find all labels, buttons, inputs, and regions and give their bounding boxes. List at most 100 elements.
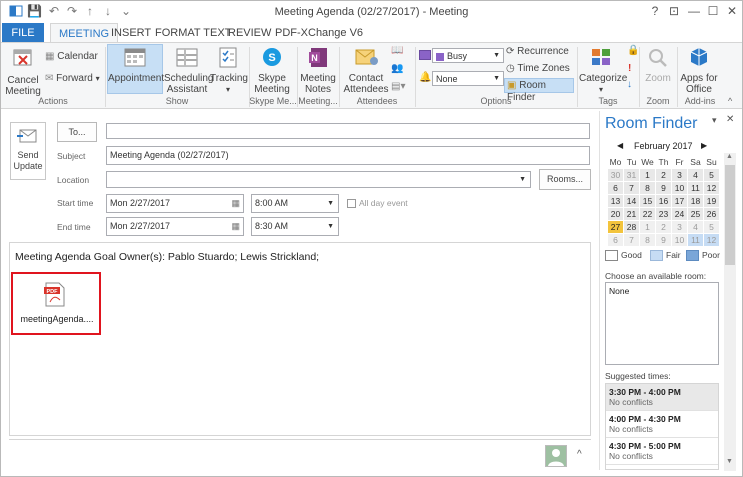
high-importance-icon[interactable]: ! (628, 63, 631, 75)
show-as-select[interactable]: Busy ▼ (432, 48, 504, 63)
send-update-button[interactable]: Send Update (10, 122, 46, 180)
calendar-day[interactable]: 28 (624, 221, 639, 233)
previous-month-icon[interactable]: ◀ (617, 141, 623, 150)
calendar-day[interactable]: 24 (672, 208, 687, 220)
scroll-up-icon[interactable]: ▲ (726, 153, 733, 160)
calendar-day[interactable]: 7 (624, 182, 639, 194)
room-finder-button[interactable]: ▣ Room Finder (504, 78, 574, 103)
cancel-meeting-button[interactable]: Cancel Meeting (5, 46, 41, 97)
all-day-checkbox[interactable] (347, 199, 356, 208)
suggestion-item[interactable]: 3:30 PM - 4:00 PM No conflicts (606, 384, 718, 411)
minimize-button[interactable]: — (685, 3, 703, 19)
pane-scrollbar[interactable]: ▲ ▼ (724, 153, 736, 471)
time-zones-button[interactable]: ◷ Time Zones (506, 63, 570, 75)
calendar-day[interactable]: 5 (704, 221, 719, 233)
calendar-day[interactable]: 16 (656, 195, 671, 207)
to-field[interactable] (106, 123, 590, 139)
start-time-select[interactable]: 8:00 AM ▼ (251, 194, 339, 213)
calendar-day[interactable]: 4 (688, 169, 703, 181)
calendar-day[interactable]: 22 (640, 208, 655, 220)
tab-pdf-xchange[interactable]: PDF-XChange V6 (267, 23, 371, 43)
calendar-day[interactable]: 9 (656, 234, 671, 246)
calendar-day[interactable]: 14 (624, 195, 639, 207)
calendar-day[interactable]: 12 (704, 182, 719, 194)
forward-button[interactable]: ✉ Forward ▾ (45, 73, 100, 85)
calendar-day[interactable]: 19 (704, 195, 719, 207)
people-pane-avatar[interactable] (545, 445, 567, 467)
calendar-day[interactable]: 20 (608, 208, 623, 220)
ribbon-display-options-icon[interactable]: ⊡ (665, 3, 683, 19)
location-field[interactable]: ▼ (106, 171, 531, 188)
calendar-day[interactable]: 3 (672, 221, 687, 233)
contact-attendees-button[interactable]: Contact Attendees (341, 46, 391, 95)
calendar-day[interactable]: 25 (688, 208, 703, 220)
calendar-day[interactable]: 17 (672, 195, 687, 207)
close-pane-icon[interactable]: ✕ (726, 114, 734, 125)
address-book-icon[interactable]: 📖 (391, 45, 403, 57)
calendar-day[interactable]: 7 (624, 234, 639, 246)
end-date-field[interactable]: Mon 2/27/2017 ▦ (106, 217, 244, 236)
calendar-day[interactable]: 30 (608, 169, 623, 181)
expand-people-pane-icon[interactable]: ^ (577, 449, 582, 460)
calendar-picker-icon[interactable]: ▦ (231, 197, 240, 209)
calendar-day[interactable]: 23 (656, 208, 671, 220)
zoom-button[interactable]: Zoom (643, 46, 673, 84)
suggestion-item[interactable]: 4:30 PM - 5:00 PM No conflicts (606, 438, 718, 465)
room-list[interactable]: None (605, 282, 719, 365)
rooms-button[interactable]: Rooms... (539, 169, 591, 190)
maximize-button[interactable]: ☐ (704, 3, 722, 19)
calendar-day[interactable]: 13 (608, 195, 623, 207)
reminder-select[interactable]: None ▼ (432, 71, 504, 86)
calendar-day[interactable]: 11 (688, 182, 703, 194)
chevron-down-icon[interactable]: ▼ (519, 174, 526, 186)
scrollbar-thumb[interactable] (725, 165, 735, 265)
low-importance-icon[interactable]: ↓ (627, 79, 632, 91)
categorize-button[interactable]: Categorize ▾ (579, 46, 627, 95)
calendar-day[interactable]: 4 (688, 221, 703, 233)
message-body[interactable]: Meeting Agenda Goal Owner(s): Pablo Stua… (9, 242, 591, 436)
calendar-day[interactable]: 10 (672, 234, 687, 246)
calendar-day[interactable]: 10 (672, 182, 687, 194)
room-item[interactable]: None (609, 286, 629, 296)
calendar-day[interactable]: 8 (640, 182, 655, 194)
next-month-icon[interactable]: ▶ (701, 141, 707, 150)
help-icon[interactable]: ? (646, 3, 664, 19)
collapse-ribbon-icon[interactable]: ^ (728, 95, 732, 107)
recurrence-button[interactable]: ⟳ Recurrence (506, 46, 569, 58)
response-options-icon[interactable]: ▤▾ (391, 81, 405, 93)
calendar-day[interactable]: 3 (672, 169, 687, 181)
close-button[interactable]: ✕ (723, 3, 741, 19)
suggested-times-list[interactable]: 3:30 PM - 4:00 PM No conflicts 4:00 PM -… (605, 383, 719, 470)
calendar-day[interactable]: 2 (656, 221, 671, 233)
calendar-day[interactable]: 21 (624, 208, 639, 220)
tab-file[interactable]: FILE (2, 23, 44, 43)
calendar-day[interactable]: 31 (624, 169, 639, 181)
suggestion-item[interactable]: 4:00 PM - 4:30 PM No conflicts (606, 411, 718, 438)
tracking-button[interactable]: Tracking ▾ (210, 46, 248, 95)
calendar-day[interactable]: 15 (640, 195, 655, 207)
start-date-field[interactable]: Mon 2/27/2017 ▦ (106, 194, 244, 213)
calendar-day[interactable]: 6 (608, 234, 623, 246)
calendar-day[interactable]: 8 (640, 234, 655, 246)
calendar-day[interactable]: 26 (704, 208, 719, 220)
calendar-day[interactable]: 1 (640, 221, 655, 233)
calendar-day[interactable]: 2 (656, 169, 671, 181)
calendar-day[interactable]: 18 (688, 195, 703, 207)
private-lock-icon[interactable]: 🔒 (627, 45, 639, 57)
attachment[interactable]: PDF meetingAgenda.... (11, 272, 101, 335)
calendar-day[interactable]: 11 (688, 234, 703, 246)
calendar-day[interactable]: 6 (608, 182, 623, 194)
calendar-day[interactable]: 1 (640, 169, 655, 181)
pane-options-icon[interactable]: ▾ (712, 115, 717, 126)
apps-for-office-button[interactable]: Apps for Office (679, 46, 719, 95)
to-button[interactable]: To... (57, 122, 97, 142)
calendar-picker-icon[interactable]: ▦ (231, 220, 240, 232)
calendar-button[interactable]: ▦ Calendar (45, 51, 98, 63)
calendar-day[interactable]: 27 (608, 221, 623, 233)
calendar-day[interactable]: 9 (656, 182, 671, 194)
calendar-day[interactable]: 12 (704, 234, 719, 246)
skype-meeting-button[interactable]: S Skype Meeting (251, 46, 293, 95)
appointment-button[interactable]: Appointment (107, 44, 164, 94)
subject-field[interactable]: Meeting Agenda (02/27/2017) (106, 146, 590, 165)
check-names-icon[interactable]: 👥 (391, 63, 403, 75)
